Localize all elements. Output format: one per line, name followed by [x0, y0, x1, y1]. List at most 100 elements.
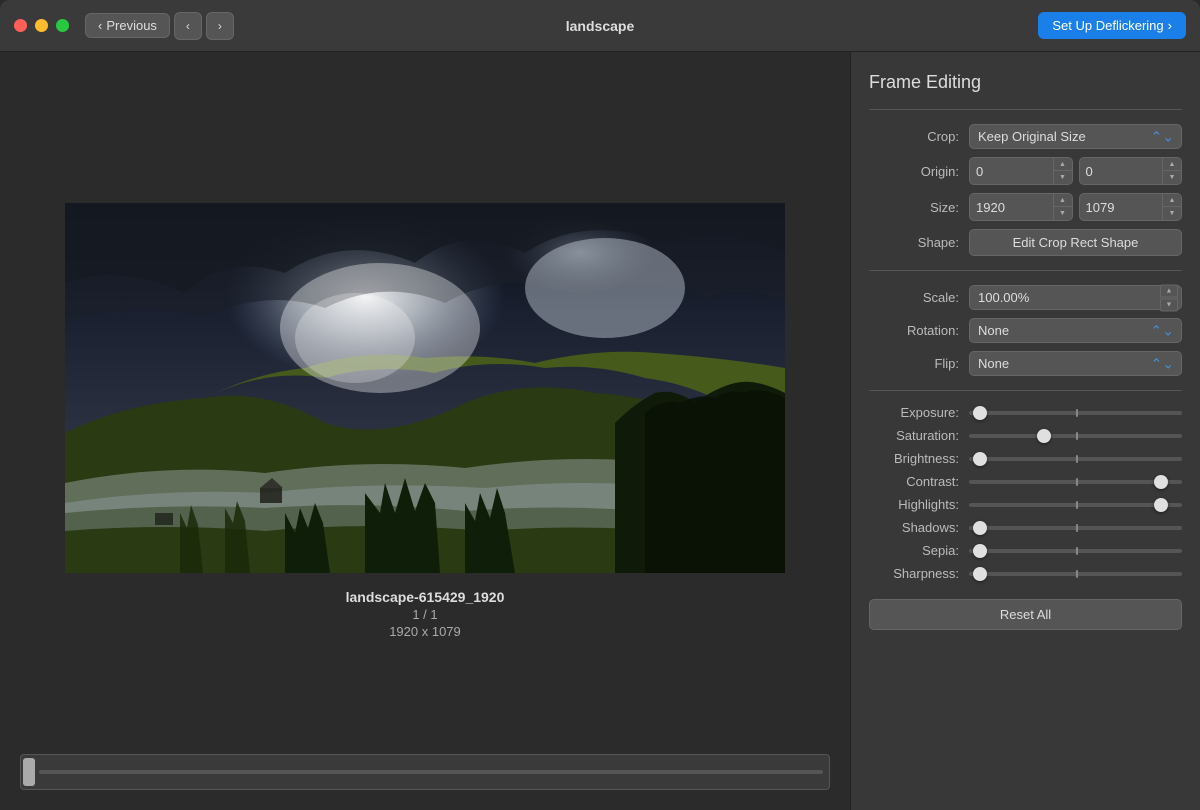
- size-w-down[interactable]: ▼: [1054, 207, 1072, 220]
- slider-label-4: Highlights:: [869, 497, 959, 512]
- reset-all-button[interactable]: Reset All: [869, 599, 1182, 630]
- scale-up[interactable]: ▲: [1160, 284, 1178, 297]
- deflicker-button[interactable]: Set Up Deflickering ›: [1038, 12, 1186, 39]
- slider-row-6: Sepia:: [869, 543, 1182, 558]
- size-w-input[interactable]: [970, 196, 1053, 219]
- slider-track-2[interactable]: [969, 457, 1182, 461]
- origin-y-down[interactable]: ▼: [1163, 171, 1181, 184]
- slider-tick-1: [1076, 432, 1078, 440]
- crop-select-wrapper: Keep Original Size ⌃⌄: [969, 124, 1182, 149]
- image-dimensions: 1920 x 1079: [346, 624, 505, 639]
- rotation-label: Rotation:: [869, 323, 959, 338]
- slider-label-6: Sepia:: [869, 543, 959, 558]
- slider-track-7[interactable]: [969, 572, 1182, 576]
- slider-thumb-4[interactable]: [1154, 498, 1168, 512]
- nav-controls: ‹ Previous ‹ ›: [85, 12, 234, 40]
- sliders-container: Exposure: Saturation: Brightness: Contrast:…: [869, 405, 1182, 581]
- scale-label: Scale:: [869, 290, 959, 305]
- nav-left-button[interactable]: ‹: [174, 12, 202, 40]
- size-h-stepper: ▲ ▼: [1079, 193, 1183, 221]
- crop-label: Crop:: [869, 129, 959, 144]
- size-h-input[interactable]: [1080, 196, 1163, 219]
- slider-row-1: Saturation:: [869, 428, 1182, 443]
- flip-select-wrapper: None Horizontal Vertical Both ⌃⌄: [969, 351, 1182, 376]
- close-button[interactable]: [14, 19, 27, 32]
- slider-label-5: Shadows:: [869, 520, 959, 535]
- timeline-scrubber[interactable]: [20, 754, 830, 790]
- slider-track-0[interactable]: [969, 411, 1182, 415]
- slider-thumb-0[interactable]: [973, 406, 987, 420]
- slider-track-3[interactable]: [969, 480, 1182, 484]
- slider-row-2: Brightness:: [869, 451, 1182, 466]
- slider-thumb-5[interactable]: [973, 521, 987, 535]
- rotation-select[interactable]: None 90° 180° 270°: [969, 318, 1182, 343]
- scale-input[interactable]: [969, 285, 1182, 310]
- landscape-image: [65, 203, 785, 573]
- origin-inputs: ▲ ▼ ▲ ▼: [969, 157, 1182, 185]
- maximize-button[interactable]: [56, 19, 69, 32]
- slider-label-1: Saturation:: [869, 428, 959, 443]
- rotation-select-wrapper: None 90° 180° 270° ⌃⌄: [969, 318, 1182, 343]
- slider-track-6[interactable]: [969, 549, 1182, 553]
- slider-track-5[interactable]: [969, 526, 1182, 530]
- slider-label-7: Sharpness:: [869, 566, 959, 581]
- size-w-stepper: ▲ ▼: [969, 193, 1073, 221]
- slider-tick-7: [1076, 570, 1078, 578]
- crop-select[interactable]: Keep Original Size: [969, 124, 1182, 149]
- shape-row: Shape: Edit Crop Rect Shape: [869, 229, 1182, 256]
- chevron-left-icon: ‹: [98, 18, 102, 33]
- slider-thumb-3[interactable]: [1154, 475, 1168, 489]
- image-filename: landscape-615429_1920: [346, 589, 505, 605]
- timeline-track[interactable]: [39, 770, 823, 774]
- slider-track-1[interactable]: [969, 434, 1182, 438]
- origin-row: Origin: ▲ ▼ ▲ ▼: [869, 157, 1182, 185]
- size-h-up[interactable]: ▲: [1163, 194, 1181, 207]
- titlebar: ‹ Previous ‹ › landscape Set Up Deflicke…: [0, 0, 1200, 52]
- origin-control: ▲ ▼ ▲ ▼: [969, 157, 1182, 185]
- slider-thumb-2[interactable]: [973, 452, 987, 466]
- origin-y-up[interactable]: ▲: [1163, 158, 1181, 171]
- origin-x-stepper: ▲ ▼: [969, 157, 1073, 185]
- slider-thumb-1[interactable]: [1037, 429, 1051, 443]
- shape-button[interactable]: Edit Crop Rect Shape: [969, 229, 1182, 256]
- slider-label-0: Exposure:: [869, 405, 959, 420]
- size-h-down[interactable]: ▼: [1163, 207, 1181, 220]
- size-w-up[interactable]: ▲: [1054, 194, 1072, 207]
- right-arrow-icon: ›: [218, 19, 222, 33]
- previous-button[interactable]: ‹ Previous: [85, 13, 170, 38]
- scale-wrapper: ▲ ▼: [969, 285, 1182, 310]
- slider-tick-2: [1076, 455, 1078, 463]
- timeline-handle[interactable]: [23, 758, 35, 786]
- divider-2: [869, 270, 1182, 271]
- image-counter: 1 / 1: [346, 607, 505, 622]
- minimize-button[interactable]: [35, 19, 48, 32]
- scale-stepper: ▲ ▼: [1160, 284, 1178, 311]
- flip-label: Flip:: [869, 356, 959, 371]
- deflicker-label: Set Up Deflickering: [1052, 18, 1163, 33]
- size-h-arrows: ▲ ▼: [1162, 194, 1181, 220]
- chevron-right-icon: ›: [1168, 18, 1172, 33]
- size-control: ▲ ▼ ▲ ▼: [969, 193, 1182, 221]
- image-container: [65, 203, 785, 573]
- slider-thumb-6[interactable]: [973, 544, 987, 558]
- scale-down[interactable]: ▼: [1160, 298, 1178, 311]
- slider-tick-6: [1076, 547, 1078, 555]
- panel-title: Frame Editing: [869, 72, 1182, 93]
- origin-x-up[interactable]: ▲: [1054, 158, 1072, 171]
- size-row: Size: ▲ ▼ ▲ ▼: [869, 193, 1182, 221]
- size-label: Size:: [869, 200, 959, 215]
- traffic-lights: [14, 19, 69, 32]
- origin-y-input[interactable]: [1080, 160, 1163, 183]
- origin-x-input[interactable]: [970, 160, 1053, 183]
- previous-label: Previous: [106, 18, 157, 33]
- flip-select[interactable]: None Horizontal Vertical Both: [969, 351, 1182, 376]
- main-layout: landscape-615429_1920 1 / 1 1920 x 1079 …: [0, 52, 1200, 810]
- slider-label-3: Contrast:: [869, 474, 959, 489]
- slider-track-4[interactable]: [969, 503, 1182, 507]
- slider-thumb-7[interactable]: [973, 567, 987, 581]
- nav-right-button[interactable]: ›: [206, 12, 234, 40]
- left-panel: landscape-615429_1920 1 / 1 1920 x 1079: [0, 52, 850, 810]
- origin-x-down[interactable]: ▼: [1054, 171, 1072, 184]
- origin-label: Origin:: [869, 164, 959, 179]
- flip-control: None Horizontal Vertical Both ⌃⌄: [969, 351, 1182, 376]
